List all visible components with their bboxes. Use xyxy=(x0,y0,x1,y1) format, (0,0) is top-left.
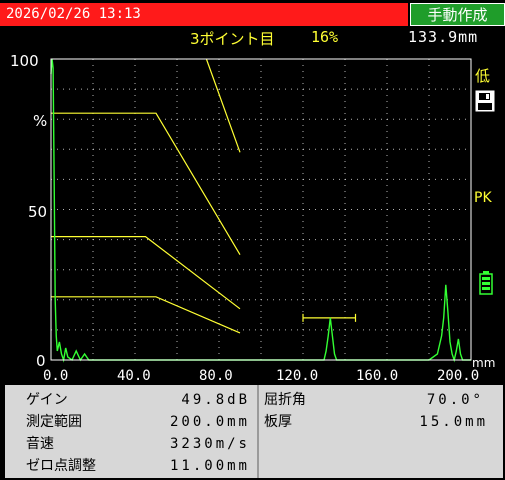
save-icon[interactable] xyxy=(475,90,495,112)
x-axis-unit: mm xyxy=(472,356,496,370)
zero-offset-row[interactable]: ゼロ点調整 11.00mm xyxy=(26,456,256,476)
x-tick-0: 0.0 xyxy=(43,368,69,384)
dac-curve-2 xyxy=(51,235,241,310)
range-row[interactable]: 測定範囲 200.0mm xyxy=(26,412,256,432)
angle-value: 70.0° xyxy=(426,392,484,408)
sensitivity-low-indicator: 低 xyxy=(475,67,491,85)
gain-label: ゲイン xyxy=(26,392,68,408)
peak-mode-indicator: PK xyxy=(474,190,492,206)
velocity-row[interactable]: 音速 3230m/s xyxy=(26,434,256,454)
gain-value: 49.8dB xyxy=(181,392,250,408)
zero-offset-value: 11.00mm xyxy=(169,458,250,474)
x-tick-200: 200.0 xyxy=(437,368,480,384)
gain-row[interactable]: ゲイン 49.8dB xyxy=(26,390,256,410)
range-value: 200.0mm xyxy=(169,414,250,430)
zero-offset-label: ゼロ点調整 xyxy=(26,458,96,474)
x-tick-120: 120.0 xyxy=(276,368,319,384)
thickness-value: 15.0mm xyxy=(419,414,488,430)
dac-curve-1 xyxy=(51,112,241,255)
x-tick-160: 160.0 xyxy=(356,368,399,384)
dac-curves xyxy=(51,58,357,334)
x-tick-80: 80.0 xyxy=(199,368,233,384)
angle-label: 屈折角 xyxy=(264,392,306,408)
point-cursor-line xyxy=(205,58,241,153)
velocity-value: 3230m/s xyxy=(169,436,250,452)
scope-grid xyxy=(51,59,471,360)
battery-icon xyxy=(479,271,493,295)
thickness-label: 板厚 xyxy=(264,414,292,430)
velocity-label: 音速 xyxy=(26,436,54,452)
range-label: 測定範囲 xyxy=(26,414,82,430)
x-tick-40: 40.0 xyxy=(117,368,151,384)
dac-curve-3 xyxy=(51,296,241,334)
thickness-row[interactable]: 板厚 15.0mm xyxy=(264,412,499,432)
panel-divider xyxy=(257,385,259,478)
angle-row[interactable]: 屈折角 70.0° xyxy=(264,390,499,410)
